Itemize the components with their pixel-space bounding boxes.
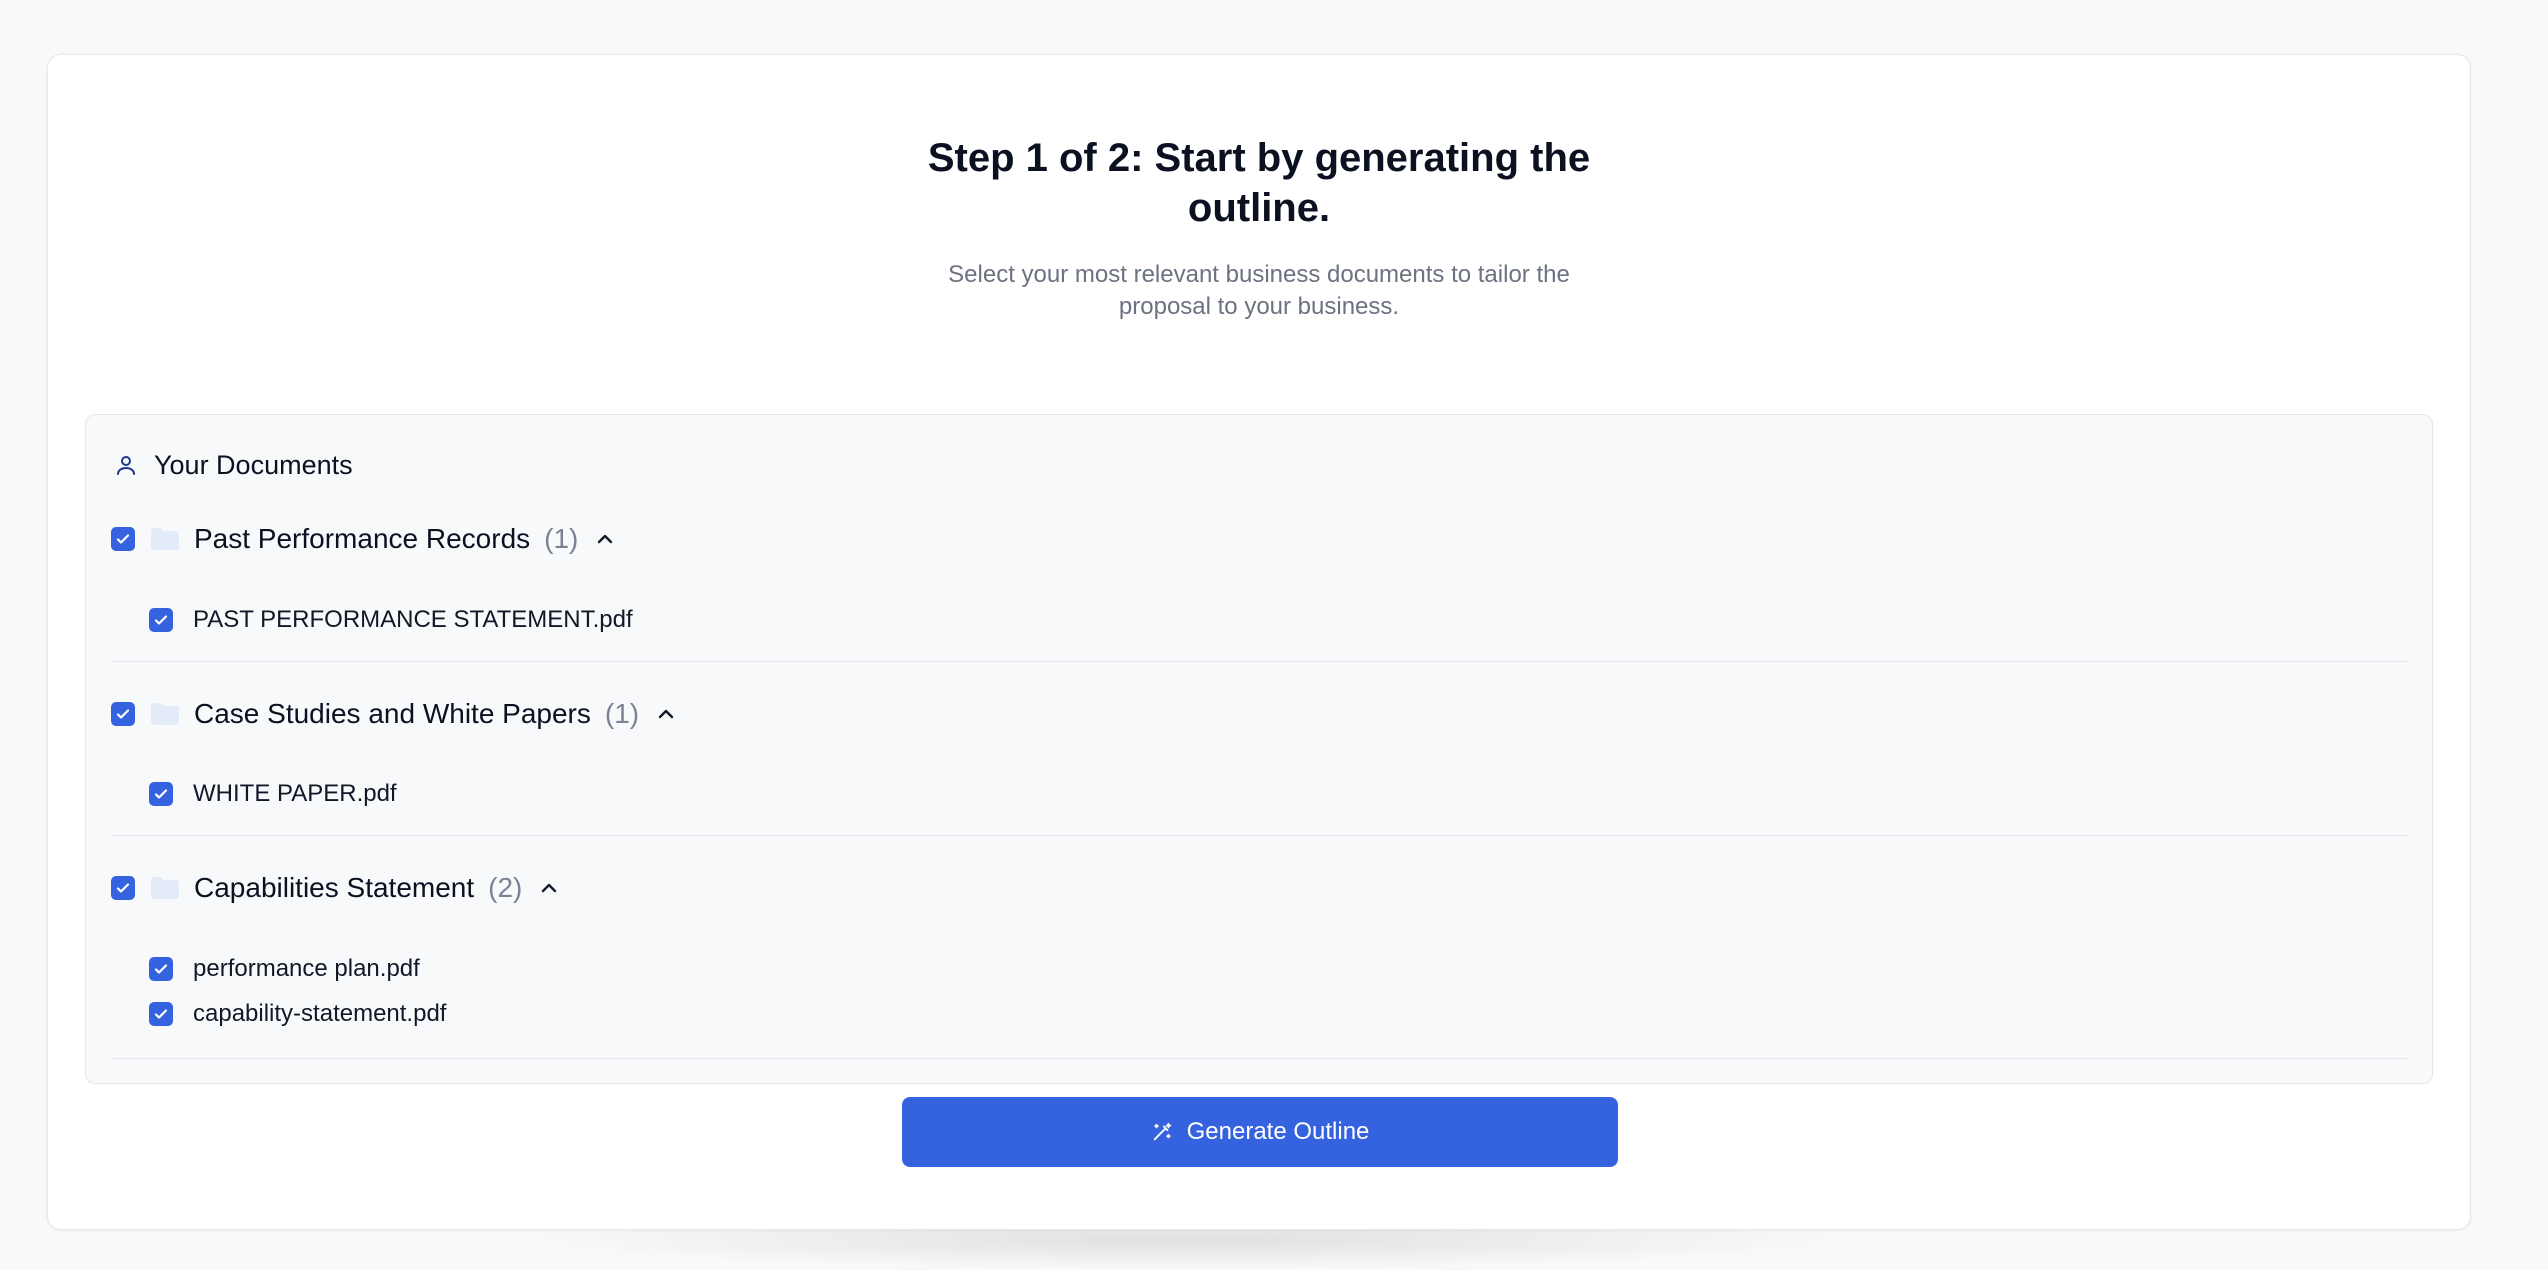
group-header-row: Case Studies and White Papers (1) [111,694,677,734]
group-count: (2) [488,872,523,903]
group-checkbox[interactable] [111,702,135,726]
file-name: capability-statement.pdf [193,1000,447,1027]
chevron-up-icon[interactable] [538,877,560,899]
documents-panel-header: Your Documents [114,445,353,485]
group-header-row: Capabilities Statement (2) [111,868,560,908]
main-card: Step 1 of 2: Start by generating the out… [47,54,2471,1230]
documents-panel-title: Your Documents [154,449,353,480]
document-group-past-performance: Past Performance Records (1) PAST PERFOR… [111,519,2409,662]
folder-icon [150,527,180,551]
group-count: (1) [544,523,579,554]
generate-outline-label: Generate Outline [1186,1118,1370,1145]
file-name: PAST PERFORMANCE STATEMENT.pdf [193,606,633,633]
group-checkbox[interactable] [111,876,135,900]
file-checkbox[interactable] [149,608,173,632]
document-group-case-studies: Case Studies and White Papers (1) WHITE … [111,694,2409,836]
file-item: WHITE PAPER.pdf [149,779,397,809]
folder-icon [150,876,180,900]
generate-outline-button[interactable]: Generate Outline [902,1097,1618,1167]
group-count: (1) [604,698,640,729]
page-title: Step 1 of 2: Start by generating the out… [927,136,1591,230]
folder-icon [150,702,180,726]
magic-wand-icon [1151,1121,1173,1143]
user-icon [114,453,138,477]
page-subtitle: Select your most relevant business docum… [948,261,1570,320]
file-item: performance plan.pdf [149,954,420,984]
documents-panel: Your Documents Past Performance Records … [85,414,2433,1084]
group-name[interactable]: Capabilities Statement [194,872,474,904]
file-item: capability-statement.pdf [149,999,446,1029]
group-checkbox[interactable] [111,527,135,551]
group-name[interactable]: Case Studies and White Papers [194,698,591,730]
file-checkbox[interactable] [149,957,173,981]
file-item: PAST PERFORMANCE STATEMENT.pdf [149,605,633,635]
group-name[interactable]: Past Performance Records [194,523,530,555]
group-header-row: Past Performance Records (1) [111,519,616,559]
chevron-up-icon[interactable] [655,703,677,725]
chevron-up-icon[interactable] [594,528,616,550]
file-name: performance plan.pdf [193,955,420,982]
document-group-capabilities: Capabilities Statement (2) performance p… [111,868,2409,1059]
file-name: WHITE PAPER.pdf [193,780,397,807]
file-checkbox[interactable] [149,1002,173,1026]
file-checkbox[interactable] [149,782,173,806]
